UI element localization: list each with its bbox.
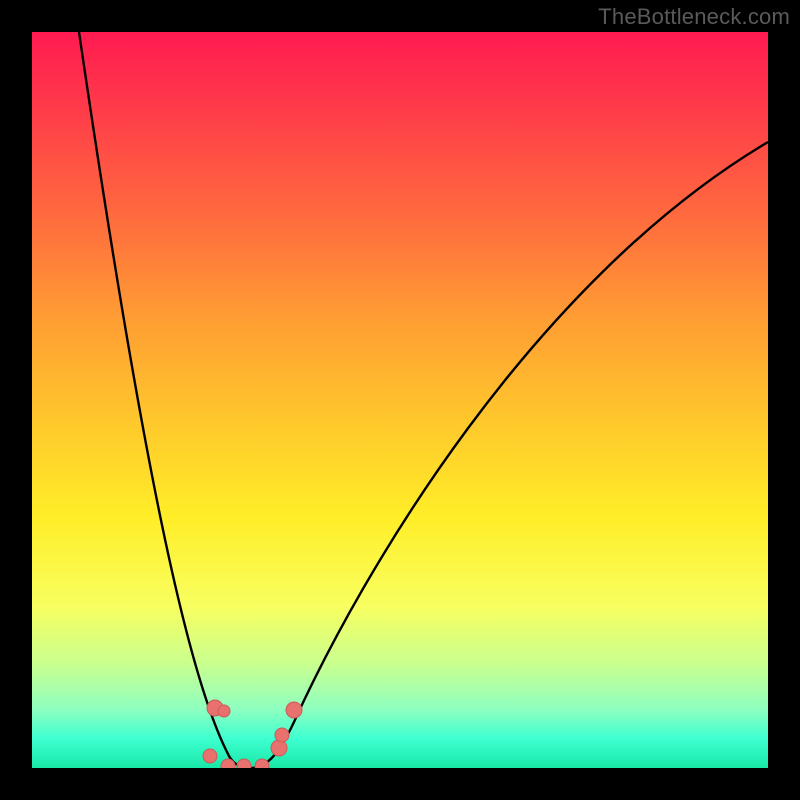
point bbox=[203, 749, 217, 763]
point bbox=[286, 702, 302, 718]
point bbox=[237, 759, 251, 768]
chart-frame: TheBottleneck.com bbox=[0, 0, 800, 800]
curve-left bbox=[79, 32, 250, 768]
point bbox=[255, 759, 269, 768]
point bbox=[271, 740, 287, 756]
curve-right bbox=[250, 142, 768, 768]
point bbox=[221, 759, 235, 768]
curve-overlay bbox=[32, 32, 768, 768]
point bbox=[218, 705, 230, 717]
plot-area bbox=[32, 32, 768, 768]
watermark-text: TheBottleneck.com bbox=[598, 4, 790, 30]
point bbox=[275, 728, 289, 742]
bottleneck-curves bbox=[79, 32, 768, 768]
